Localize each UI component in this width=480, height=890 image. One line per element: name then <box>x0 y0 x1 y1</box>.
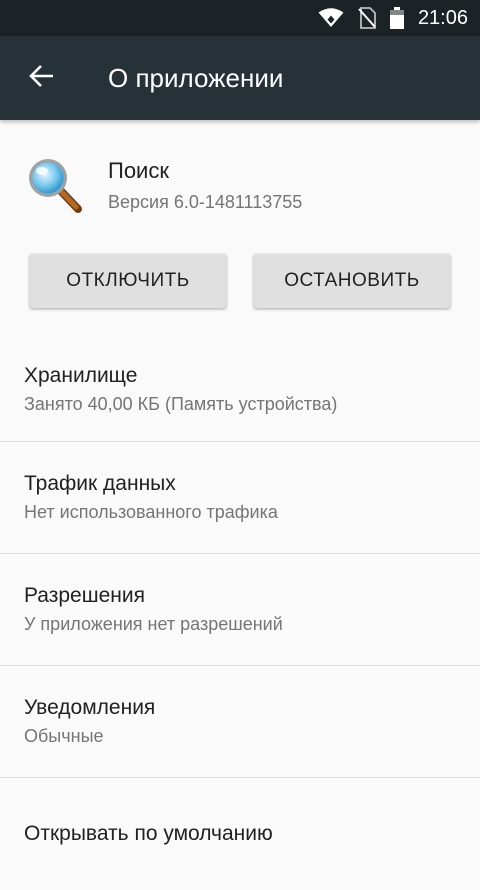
app-name: Поиск <box>108 157 169 183</box>
stop-button[interactable]: ОСТАНОВИТЬ <box>254 254 450 308</box>
settings-item-title: Трафик данных <box>24 472 176 495</box>
settings-item-subtitle: У приложения нет разрешений <box>24 614 283 634</box>
app-bar: О приложении <box>0 36 480 120</box>
no-sim-icon <box>358 7 376 29</box>
wifi-icon <box>318 8 344 28</box>
magnifier-icon <box>26 156 84 214</box>
app-actions: ОТКЛЮЧИТЬ ОСТАНОВИТЬ <box>0 254 480 312</box>
page-title: О приложении <box>108 62 284 93</box>
settings-item-permissions[interactable]: Разрешения У приложения нет разрешений <box>0 554 480 666</box>
settings-item-subtitle: Обычные <box>24 726 104 746</box>
app-info-header: Поиск Версия 6.0-1481113755 <box>0 120 480 250</box>
settings-item-storage[interactable]: Хранилище Занято 40,00 КБ (Память устрой… <box>0 338 480 442</box>
settings-item-title: Хранилище <box>24 364 138 387</box>
settings-list: Хранилище Занято 40,00 КБ (Память устрой… <box>0 338 480 890</box>
status-bar: 21:06 <box>0 0 480 36</box>
back-button[interactable] <box>0 36 84 120</box>
disable-button[interactable]: ОТКЛЮЧИТЬ <box>30 254 226 308</box>
settings-item-title: Уведомления <box>24 696 156 719</box>
settings-item-open-by-default[interactable]: Открывать по умолчанию <box>0 778 480 890</box>
settings-item-notifications[interactable]: Уведомления Обычные <box>0 666 480 778</box>
battery-icon <box>389 7 404 29</box>
settings-item-subtitle: Нет использованного трафика <box>24 502 278 522</box>
settings-item-title: Разрешения <box>24 584 145 607</box>
settings-item-title: Открывать по умолчанию <box>24 822 273 845</box>
app-version: Версия 6.0-1481113755 <box>108 191 303 212</box>
clock: 21:06 <box>417 6 468 29</box>
arrow-back-icon <box>29 63 55 94</box>
settings-item-subtitle: Занято 40,00 КБ (Память устройства) <box>24 394 338 414</box>
settings-item-data-usage[interactable]: Трафик данных Нет использованного трафик… <box>0 442 480 554</box>
